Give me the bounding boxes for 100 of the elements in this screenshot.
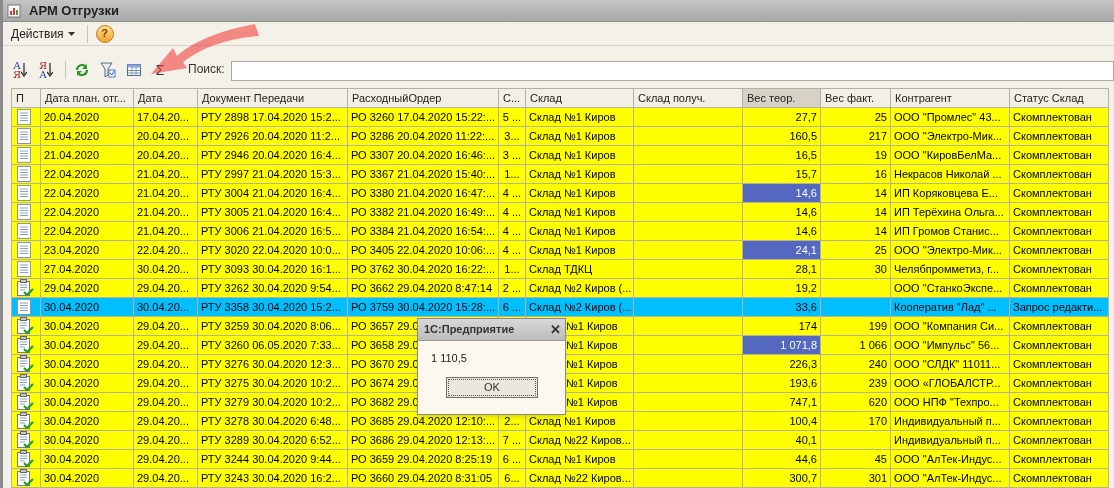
sort-button[interactable]: А Я <box>13 59 33 81</box>
table-cell-text: №1 Киров <box>565 394 619 410</box>
table-cell-text: ООО "Промлес" 43... <box>893 109 1002 125</box>
table-cell-text: 199 <box>867 318 888 334</box>
table-cell-text: Склад №1 Киров <box>528 185 617 201</box>
table-cell-text: 30.04.2020 <box>43 451 101 467</box>
table-cell-text: 1 071,8 <box>779 337 818 353</box>
table-cell-text: 22.04.20... <box>136 242 190 258</box>
column-header[interactable]: Склад <box>525 88 634 108</box>
table-cell-text: РТУ 3278 30.04.2020 6:48... <box>200 413 342 429</box>
table-cell-text: РТУ 3004 21.04.2020 16:4... <box>200 185 342 201</box>
table-cell-text: Скомплектован <box>1012 185 1093 201</box>
table-cell-text: РО 3759 30.04.2020 15:28:... <box>350 299 497 315</box>
table-cell-text: 14,6 <box>794 185 818 201</box>
table-cell-text: РТУ 2926 20.04.2020 11:2... <box>200 128 341 144</box>
column-header[interactable]: РасходныйОрдер <box>347 88 499 108</box>
table-cell-text: РО 3662 29.04.2020 8:47:14 <box>350 280 494 296</box>
table-cell-text: 14 <box>873 223 888 239</box>
table-cell-text: Склад №22 Киров... <box>528 432 632 448</box>
table-cell-text: 4 ... <box>501 242 523 258</box>
table-cell-text: ООО "Электро-Мик... <box>893 242 1003 258</box>
table-cell-text: 21.04.20... <box>136 166 190 182</box>
column-header[interactable]: С... <box>498 88 526 108</box>
arrow-down-icon <box>47 63 54 77</box>
table-cell-text: 29.04.20... <box>136 280 190 296</box>
table-cell-text: Склад №1 Киров <box>528 242 617 258</box>
help-button[interactable]: ? <box>95 24 114 43</box>
column-header[interactable]: Статус Склад <box>1009 88 1109 108</box>
table-cell-text: 22.04.2020 <box>43 185 101 201</box>
table-cell-text: 6 ... <box>501 451 523 467</box>
table-cell-text: 3... <box>503 128 521 144</box>
table-cell-text: ИП Терёхина Ольга... <box>893 204 1005 220</box>
table-cell-text: РО 3762 30.04.2020 16:22:... <box>350 261 497 277</box>
caret-icon <box>67 31 75 36</box>
refresh-icon <box>74 63 90 77</box>
table-cell-text: 30.04.2020 <box>43 337 101 353</box>
table-cell-text: 19 <box>873 147 888 163</box>
close-button[interactable]: ✕ <box>550 323 561 336</box>
table-cell-text: РТУ 3260 06.05.2020 7:33... <box>200 337 342 353</box>
table-cell-text: 17.04.20... <box>136 109 190 125</box>
dialog-message: 1 110,5 <box>431 351 468 366</box>
column-header[interactable]: Дата <box>133 88 198 108</box>
table-cell-text: Склад №1 Киров <box>528 204 617 220</box>
table-cell-text: 45 <box>873 451 888 467</box>
table-cell-text: РО 3380 21.04.2020 16:47:... <box>350 185 497 201</box>
column-header[interactable]: Контрагент <box>890 88 1010 108</box>
table-cell-text: Склад №1 Киров <box>528 223 617 239</box>
table-cell-text: РТУ 3279 30.04.2020 10:2... <box>200 394 342 410</box>
table-cell-text: Индивидуальный п... <box>893 413 1002 429</box>
filter-button[interactable] <box>98 59 118 81</box>
table-cell-text: №1 Киров <box>565 337 619 353</box>
table-cell-text: 2 ... <box>501 280 523 296</box>
table-cell-text: 217 <box>867 128 888 144</box>
table-cell-text: 29.04.20... <box>136 337 190 353</box>
column-header[interactable]: Дата план. отг... <box>40 88 134 108</box>
table-cell-text: 15,7 <box>794 166 818 182</box>
table-cell-text: 2... <box>503 413 521 429</box>
table-cell-text: 29.04.2020 <box>43 280 101 296</box>
table-cell-text: 30.04.2020 <box>43 318 101 334</box>
table-cell-text: 25 <box>873 242 888 258</box>
table-cell-text: РО 3660 29.04.2020 8:31:05 <box>350 470 494 486</box>
table-cell-text: Склад №1 Киров <box>528 147 617 163</box>
table-cell-text: 30.04.2020 <box>43 394 101 410</box>
table-cell-text: 30 <box>873 261 888 277</box>
table-cell-text: 747,1 <box>788 394 818 410</box>
table-cell-text: 30.04.2020 <box>43 356 101 372</box>
search-field[interactable] <box>230 61 1114 81</box>
table-cell-text: РО 3307 20.04.2020 16:46:... <box>350 147 497 163</box>
actions-menu[interactable]: Действия <box>7 23 79 44</box>
column-header[interactable]: П <box>11 88 41 108</box>
table-cell-text: Скомплектован <box>1012 166 1093 182</box>
table-cell-text: РО 3659 29.04.2020 8:25:19 <box>350 451 494 467</box>
column-header[interactable]: Склад получ. <box>633 88 743 108</box>
table-cell-text: Скомплектован <box>1012 204 1093 220</box>
table-cell-text: Склад №2 Киров (... <box>528 299 633 315</box>
column-header[interactable]: Вес теор. <box>742 88 821 108</box>
table-cell-text: 21.04.2020 <box>43 147 101 163</box>
table-cell-text: Склад №1 Киров <box>528 451 617 467</box>
table-cell-text: Индивидуальный п... <box>893 432 1002 448</box>
table-cell-text: РО 3382 21.04.2020 16:49:... <box>350 204 497 220</box>
sort-button[interactable]: Я А <box>39 59 59 81</box>
table-cell-text: Скомплектован <box>1012 413 1093 429</box>
table-cell-text: Скомплектован <box>1012 242 1093 258</box>
ok-button[interactable]: OK <box>446 376 538 398</box>
table-cell-text: №1 Киров <box>565 356 619 372</box>
table-cell-text: Некрасов Николай ... <box>893 166 1003 182</box>
table-cell-text: Склад №1 Киров <box>528 413 617 429</box>
column-header[interactable]: Вес факт. <box>820 88 891 108</box>
table-cell-text: ООО "АлТек-Индус... <box>893 451 1003 467</box>
table-cell-text: Скомплектован <box>1012 318 1093 334</box>
table-cell-text: 21.04.20... <box>136 204 190 220</box>
table-cell-text: 226,3 <box>788 356 818 372</box>
table-cell-text: РО 3260 17.04.2020 15:22:... <box>350 109 497 125</box>
table-cell-text: Скомплектован <box>1012 356 1093 372</box>
column-header[interactable]: Документ Передачи <box>197 88 348 108</box>
table-cell-text: 14,6 <box>794 204 818 220</box>
table-cell-text: 30.04.20... <box>136 299 190 315</box>
table-cell-text: Запрос редакти... <box>1012 299 1104 315</box>
table-cell-text: №1 Киров <box>565 375 619 391</box>
table-cell-text: Склад №1 Киров <box>528 109 617 125</box>
